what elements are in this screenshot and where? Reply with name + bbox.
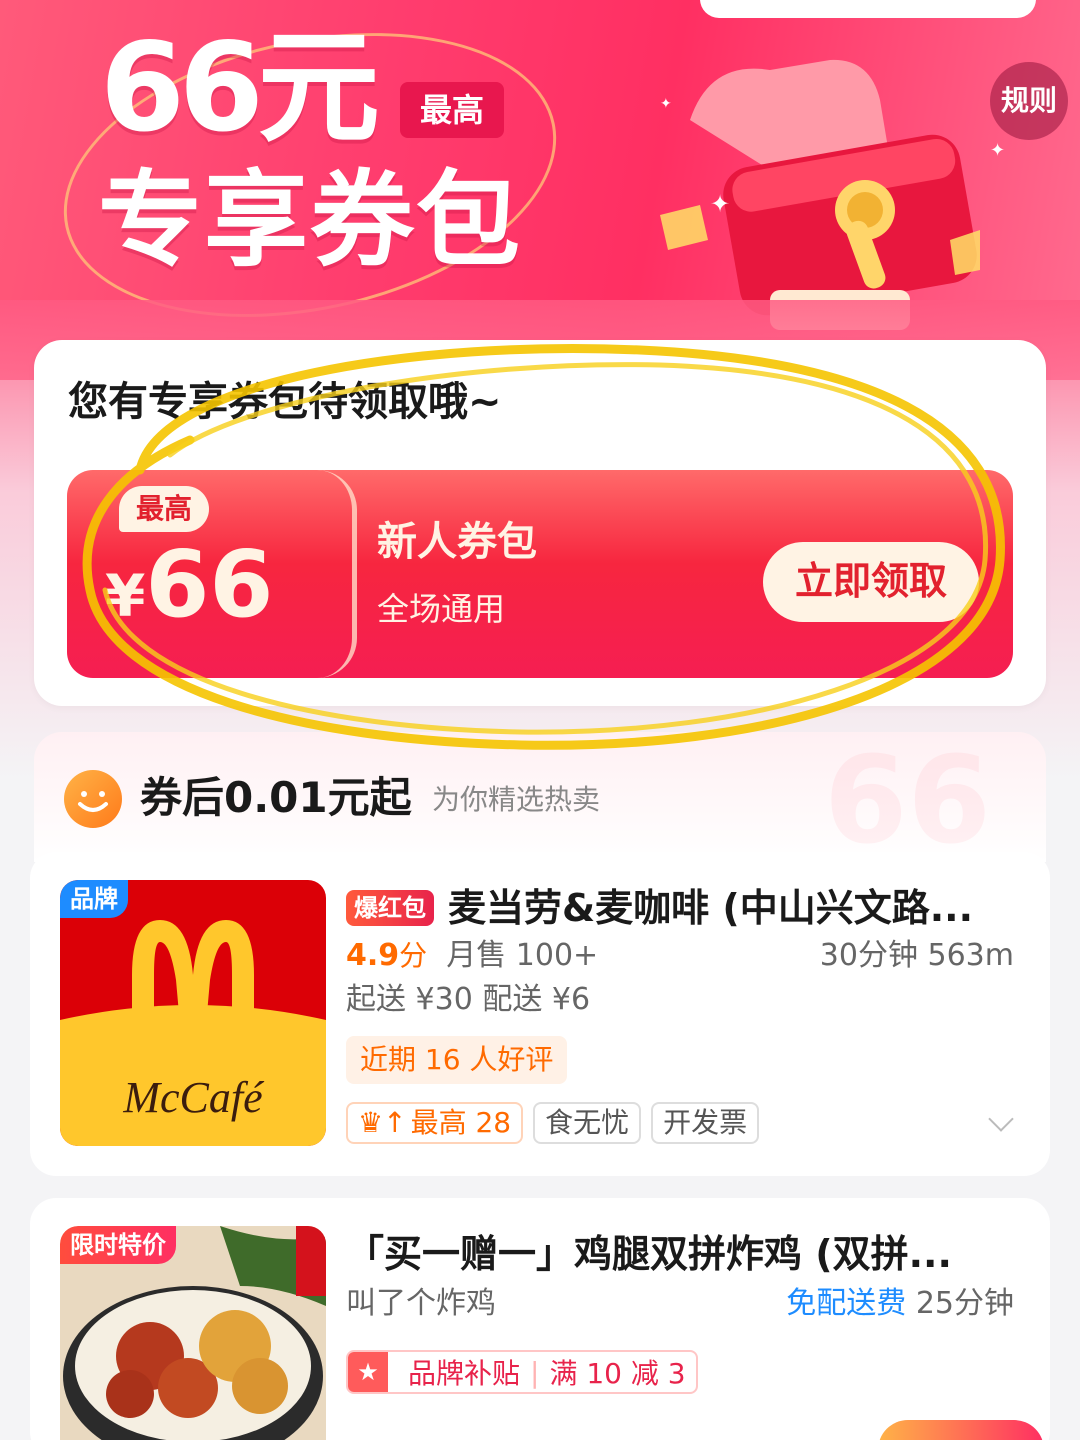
currency-symbol: ¥: [105, 562, 146, 630]
brand-subsidy-tag: ★ 品牌补贴 | 满 10 减 3: [346, 1350, 698, 1394]
search-pill[interactable]: [700, 0, 1036, 18]
shop-name: 叫了个炸鸡: [346, 1286, 496, 1321]
rules-button[interactable]: 规则: [990, 62, 1068, 140]
grab-button[interactable]: [878, 1420, 1044, 1440]
store-logo-image: McCafé 品牌: [60, 880, 326, 1146]
claim-now-button[interactable]: 立即领取: [763, 542, 979, 622]
monthly-sales: 月售 100+: [446, 938, 599, 973]
store-rating: 4.9分: [346, 938, 428, 973]
hero-amount: 66元: [100, 17, 380, 159]
coupon-heading: 您有专享券包待领取哦~: [68, 379, 502, 425]
coupon-title: 新人券包: [377, 519, 537, 565]
delivery-fees: 起送 ¥30 配送 ¥6: [346, 982, 591, 1017]
eta: 25分钟: [915, 1286, 1014, 1321]
hero-max-tag: 最高: [400, 82, 504, 138]
mccafe-logo-text: McCafé: [122, 1073, 265, 1122]
sparkle-icon: ✦: [990, 140, 1006, 161]
store-title-row: 「买一赠一」鸡腿双拼炸鸡 (双拼...: [346, 1226, 1026, 1282]
recent-reviews-chip: 近期 16 人好评: [346, 1036, 568, 1084]
hero-subtitle: 专享券包: [98, 159, 523, 281]
section-watermark: 66: [824, 732, 991, 871]
store-food-image: 限时特价: [60, 1226, 326, 1440]
store-card[interactable]: McCafé 品牌 爆红包 麦当劳&麦咖啡 (中山兴文路... 4.9分 月售 …: [30, 852, 1050, 1176]
coupon-amount-value: 66: [145, 531, 274, 638]
brand-badge: 品牌: [60, 880, 128, 918]
section-header: 66 券后0.01元起 为你精选热卖: [34, 732, 1046, 862]
eta-distance: 30分钟 563m: [819, 938, 1014, 973]
hot-red-envelope-tag: 爆红包: [346, 890, 434, 926]
coupon-ticket[interactable]: 最高 ¥66 新人券包 全场通用 立即领取: [67, 470, 1013, 678]
coupon-card: 您有专享券包待领取哦~ 最高 ¥66 新人券包 全场通用 立即领取: [34, 340, 1046, 706]
store-rating-row: 4.9分 月售 100+: [346, 934, 598, 978]
coupon-max-tag: 最高: [119, 486, 209, 532]
store-name: 「买一赠一」鸡腿双拼炸鸡 (双拼...: [346, 1232, 952, 1276]
sparkle-icon: ✦: [660, 96, 672, 112]
crown-icon: ♛↑: [358, 1106, 407, 1139]
coupon-divider: [317, 470, 357, 678]
delivery-meta: 免配送费 25分钟: [786, 1282, 1014, 1326]
invoice-tag: 开发票: [651, 1102, 760, 1144]
crown-reward-tag: ♛↑ 最高 28: [346, 1102, 524, 1144]
store-name: 麦当劳&麦咖啡 (中山兴文路...: [448, 886, 974, 930]
chevron-down-icon[interactable]: [988, 1106, 1014, 1132]
hand-red-envelope-icon: [660, 59, 980, 330]
store-title-row: 爆红包 麦当劳&麦咖啡 (中山兴文路...: [346, 880, 1026, 936]
star-icon: ★: [348, 1352, 388, 1392]
free-delivery-label: 免配送费: [786, 1286, 907, 1321]
store-card[interactable]: 限时特价 「买一赠一」鸡腿双拼炸鸡 (双拼... 叫了个炸鸡 免配送费 25分钟…: [30, 1198, 1050, 1440]
store-tags: ♛↑ 最高 28 食无忧 开发票: [346, 1102, 760, 1144]
section-title: 券后0.01元起: [140, 773, 412, 822]
sparkle-icon: ✦: [710, 190, 731, 218]
section-subtitle: 为你精选热卖: [432, 783, 601, 816]
mcdonalds-logo-icon: McCafé: [60, 880, 326, 1146]
limited-deal-badge: 限时特价: [60, 1226, 176, 1264]
smile-icon: [64, 770, 122, 828]
food-safety-tag: 食无忧: [533, 1102, 642, 1144]
coupon-description: 全场通用: [377, 590, 506, 628]
coupon-amount: ¥66: [105, 530, 273, 651]
